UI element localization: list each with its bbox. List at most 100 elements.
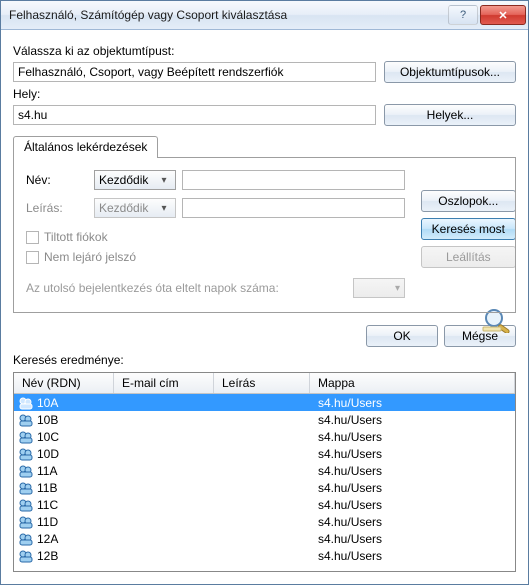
group-icon (18, 413, 34, 427)
cell-folder: s4.hu/Users (314, 532, 515, 546)
object-type-label: Válassza ki az objektumtípust: (13, 44, 516, 58)
table-row[interactable]: 12A s4.hu/Users (14, 530, 515, 547)
name-mode-combo[interactable]: Kezdődik ▾ (94, 170, 176, 190)
close-icon: ✕ (498, 9, 507, 22)
titlebar-buttons: ? ✕ (448, 5, 526, 25)
days-since-login-combo: ▾ (353, 278, 405, 298)
results-header: Név (RDN) E-mail cím Leírás Mappa (14, 373, 515, 394)
location-row: s4.hu Helyek... (13, 104, 516, 126)
desc-label: Leírás: (26, 201, 88, 215)
help-button[interactable]: ? (448, 5, 478, 25)
cell-name: 10B (18, 413, 118, 427)
cell-folder: s4.hu/Users (314, 498, 515, 512)
name-input[interactable] (182, 170, 405, 190)
cell-folder: s4.hu/Users (314, 447, 515, 461)
cell-name-text: 10D (37, 447, 59, 461)
table-row[interactable]: 10C s4.hu/Users (14, 428, 515, 445)
name-mode-value: Kezdődik (99, 173, 148, 187)
cell-name-text: 10B (37, 413, 58, 427)
object-types-button[interactable]: Objektumtípusok... (384, 61, 516, 83)
cell-name-text: 11B (37, 481, 57, 495)
close-button[interactable]: ✕ (480, 5, 526, 25)
chevron-down-icon: ▾ (157, 203, 171, 214)
disabled-accounts-label: Tiltott fiókok (44, 230, 108, 244)
cell-name: 11B (18, 481, 118, 495)
col-name[interactable]: Név (RDN) (14, 373, 114, 393)
titlebar: Felhasználó, Számítógép vagy Csoport kiv… (1, 1, 528, 30)
group-icon (18, 447, 34, 461)
locations-button[interactable]: Helyek... (384, 104, 516, 126)
group-icon (18, 481, 34, 495)
cell-folder: s4.hu/Users (314, 413, 515, 427)
col-email[interactable]: E-mail cím (114, 373, 214, 393)
cell-folder: s4.hu/Users (314, 430, 515, 444)
results-body[interactable]: 10A s4.hu/Users 10B s4.hu/Users 10C s4.hu/Use… (14, 394, 515, 571)
name-label: Név: (26, 173, 88, 187)
disabled-accounts-row[interactable]: Tiltott fiókok (26, 230, 405, 244)
table-row[interactable]: 11D s4.hu/Users (14, 513, 515, 530)
tabset: Általános lekérdezések Név: Kezdődik ▾ L… (13, 136, 516, 313)
table-row[interactable]: 11C s4.hu/Users (14, 496, 515, 513)
cell-name: 10C (18, 430, 118, 444)
window-title: Felhasználó, Számítógép vagy Csoport kiv… (9, 8, 448, 22)
tab-general-queries[interactable]: Általános lekérdezések (13, 136, 158, 158)
group-icon (18, 430, 34, 444)
cell-name: 10D (18, 447, 118, 461)
group-icon (18, 549, 34, 563)
results-table: Név (RDN) E-mail cím Leírás Mappa 10A s4.… (13, 372, 516, 572)
tab-panel: Név: Kezdődik ▾ Leírás: Kezdődik ▾ (13, 157, 516, 313)
cell-name-text: 10A (37, 396, 58, 410)
group-icon (18, 498, 34, 512)
group-icon (18, 532, 34, 546)
col-desc[interactable]: Leírás (214, 373, 310, 393)
table-row[interactable]: 12B s4.hu/Users (14, 547, 515, 564)
location-label: Hely: (13, 87, 516, 101)
cell-folder: s4.hu/Users (314, 549, 515, 563)
query-grid: Név: Kezdődik ▾ Leírás: Kezdődik ▾ (26, 170, 405, 218)
table-row[interactable]: 10A s4.hu/Users (14, 394, 515, 411)
object-type-row: Felhasználó, Csoport, vagy Beépített ren… (13, 61, 516, 83)
cell-name: 12A (18, 532, 118, 546)
nonexpiring-pw-row[interactable]: Nem lejáró jelszó (26, 250, 405, 264)
cell-name-text: 11C (37, 498, 58, 512)
results-label: Keresés eredménye: (13, 353, 516, 367)
col-folder[interactable]: Mappa (310, 373, 515, 393)
table-row[interactable]: 10B s4.hu/Users (14, 411, 515, 428)
tabstrip: Általános lekérdezések (13, 136, 516, 157)
days-since-login-row: Az utolsó bejelentkezés óta eltelt napok… (26, 278, 405, 298)
cell-name: 12B (18, 549, 118, 563)
dialog-window: Felhasználó, Számítógép vagy Csoport kiv… (0, 0, 529, 585)
cell-name-text: 12A (37, 532, 58, 546)
table-row[interactable]: 10D s4.hu/Users (14, 445, 515, 462)
cell-name-text: 10C (37, 430, 59, 444)
table-row[interactable]: 11B s4.hu/Users (14, 479, 515, 496)
chevron-down-icon: ▾ (395, 283, 400, 294)
dialog-body: Válassza ki az objektumtípust: Felhaszná… (1, 30, 528, 584)
cell-name: 11C (18, 498, 118, 512)
chevron-down-icon: ▾ (157, 175, 171, 186)
days-since-login-label: Az utolsó bejelentkezés óta eltelt napok… (26, 281, 279, 295)
help-icon: ? (460, 9, 466, 21)
table-row[interactable]: 11A s4.hu/Users (14, 462, 515, 479)
cell-folder: s4.hu/Users (314, 464, 515, 478)
cell-name-text: 12B (37, 549, 58, 563)
cell-name: 11A (18, 464, 118, 478)
group-icon (18, 515, 34, 529)
desc-mode-value: Kezdődik (99, 201, 148, 215)
group-icon (18, 464, 34, 478)
cell-name-text: 11A (37, 464, 57, 478)
disabled-accounts-checkbox[interactable] (26, 231, 39, 244)
cell-name-text: 11D (37, 515, 58, 529)
desc-input[interactable] (182, 198, 405, 218)
nonexpiring-pw-label: Nem lejáró jelszó (44, 250, 136, 264)
group-icon (18, 396, 34, 410)
cell-folder: s4.hu/Users (314, 396, 515, 410)
cell-folder: s4.hu/Users (314, 515, 515, 529)
cell-name: 11D (18, 515, 118, 529)
cell-folder: s4.hu/Users (314, 481, 515, 495)
location-field[interactable]: s4.hu (13, 105, 376, 125)
cell-name: 10A (18, 396, 118, 410)
object-type-field[interactable]: Felhasználó, Csoport, vagy Beépített ren… (13, 62, 376, 82)
nonexpiring-pw-checkbox[interactable] (26, 251, 39, 264)
desc-mode-combo: Kezdődik ▾ (94, 198, 176, 218)
